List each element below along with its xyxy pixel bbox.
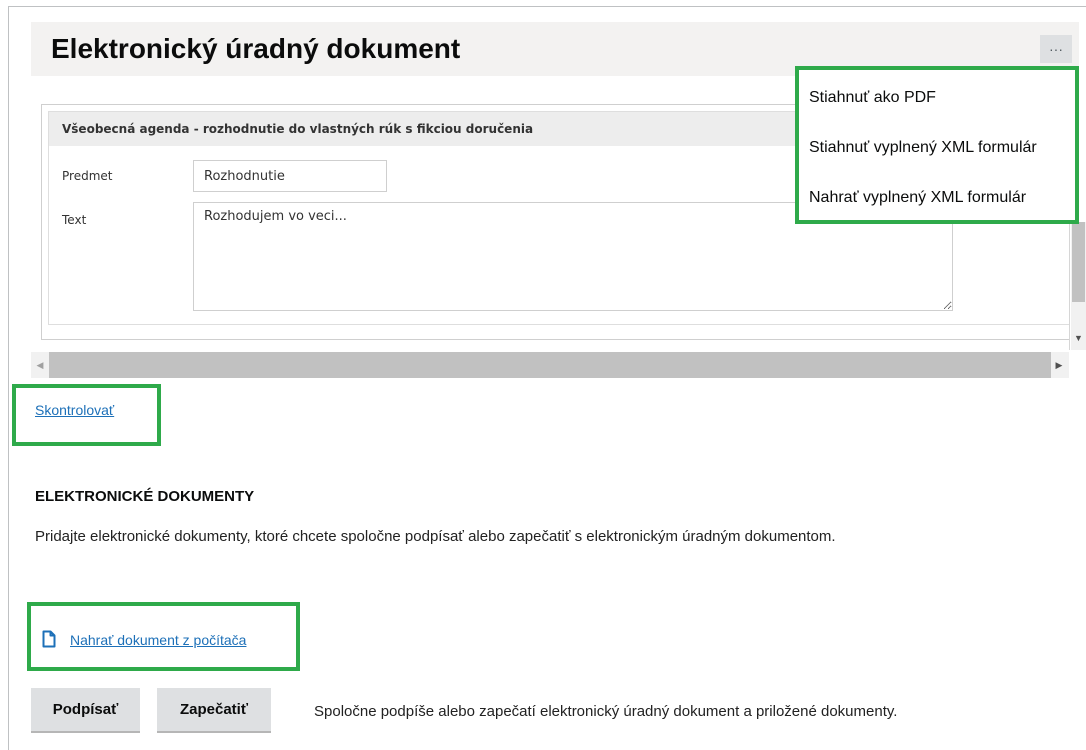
vertical-scrollbar[interactable]: ▼ <box>1071 222 1086 350</box>
scroll-left-arrow-icon[interactable]: ◀ <box>32 352 48 378</box>
seal-button[interactable]: Zapečatiť <box>157 688 271 733</box>
check-link[interactable]: Skontrolovať <box>35 402 114 418</box>
more-options-button[interactable]: ··· <box>1040 35 1072 63</box>
options-menu: Stiahnuť ako PDF Stiahnuť vyplnený XML f… <box>795 66 1079 224</box>
vertical-scrollbar-thumb[interactable] <box>1072 222 1085 302</box>
menu-item-download-pdf[interactable]: Stiahnuť ako PDF <box>809 88 936 108</box>
actions-note: Spoločne podpíše alebo zapečatí elektron… <box>314 703 898 720</box>
scroll-down-arrow-icon[interactable]: ▼ <box>1072 332 1085 344</box>
sign-button[interactable]: Podpísať <box>31 688 140 733</box>
page-title: Elektronický úradný dokument <box>51 33 461 64</box>
menu-item-upload-xml[interactable]: Nahrať vyplnený XML formulár <box>809 188 1026 208</box>
horizontal-scrollbar[interactable]: ◀ ▶ <box>31 352 1069 378</box>
documents-heading: ELEKTRONICKÉ DOKUMENTY <box>35 488 255 505</box>
menu-item-download-xml[interactable]: Stiahnuť vyplnený XML formulár <box>809 138 1037 158</box>
upload-document-link[interactable]: Nahrať dokument z počítača <box>70 632 246 648</box>
subject-input[interactable] <box>193 160 387 192</box>
subject-label: Predmet <box>62 169 113 183</box>
text-label: Text <box>62 213 87 227</box>
horizontal-scrollbar-thumb[interactable] <box>49 352 1051 378</box>
scroll-right-arrow-icon[interactable]: ▶ <box>1051 352 1067 378</box>
file-icon <box>42 630 56 648</box>
documents-description: Pridajte elektronické dokumenty, ktoré c… <box>35 528 836 545</box>
